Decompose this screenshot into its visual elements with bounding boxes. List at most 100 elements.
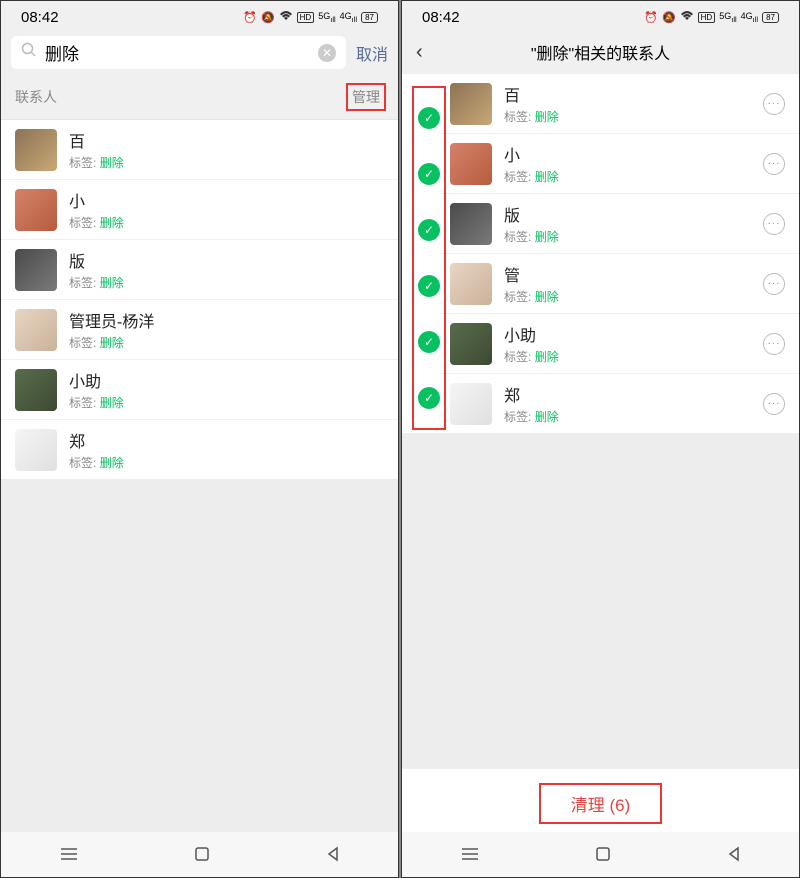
- contact-row[interactable]: 百 标签: 删除: [1, 120, 398, 180]
- contact-info: 版 标签: 删除: [69, 248, 384, 291]
- avatar: [450, 323, 492, 365]
- contact-row[interactable]: 管 标签: 删除 ···: [440, 254, 799, 314]
- avatar: [15, 429, 57, 471]
- contact-info: 小助 标签: 删除: [504, 322, 751, 365]
- contact-name: 版: [504, 202, 751, 226]
- contact-tag: 标签: 删除: [504, 168, 751, 185]
- contact-info: 版 标签: 删除: [504, 202, 751, 245]
- contact-tag: 标签: 删除: [504, 348, 751, 365]
- contact-info: 百 标签: 删除: [504, 82, 751, 125]
- contact-name: 郑: [69, 428, 384, 452]
- empty-area: [1, 479, 398, 832]
- menu-icon[interactable]: [460, 846, 480, 867]
- checkbox-selected[interactable]: ✓: [418, 219, 440, 241]
- contact-name: 小助: [69, 368, 384, 392]
- clear-icon[interactable]: ✕: [318, 44, 336, 62]
- search-box[interactable]: ✕: [11, 36, 346, 69]
- contact-row[interactable]: 小 标签: 删除: [1, 180, 398, 240]
- nav-bar: [402, 832, 799, 877]
- status-time: 08:42: [422, 9, 460, 26]
- more-button[interactable]: ···: [763, 393, 785, 415]
- phone-screen-left: 08:42 ⏰ 🔕 HD 5Gıll 4Gıll 87 ✕ 取消 联系人 管理: [0, 0, 399, 878]
- contact-name: 郑: [504, 382, 751, 406]
- contact-tag: 标签: 删除: [504, 288, 751, 305]
- nav-bar: [1, 832, 398, 877]
- alarm-icon: ⏰: [243, 11, 257, 24]
- signal-5g-icon: 5Gıll: [719, 11, 736, 24]
- checkbox-selected[interactable]: ✓: [418, 163, 440, 185]
- contact-name: 管: [504, 262, 751, 286]
- status-time: 08:42: [21, 9, 59, 26]
- section-header: 联系人 管理: [1, 75, 398, 120]
- contact-row[interactable]: 百 标签: 删除 ···: [440, 74, 799, 134]
- contact-name: 百: [504, 82, 751, 106]
- contact-info: 小 标签: 删除: [504, 142, 751, 185]
- contact-row[interactable]: 郑 标签: 删除: [1, 420, 398, 479]
- dnd-icon: 🔕: [662, 11, 676, 24]
- more-button[interactable]: ···: [763, 153, 785, 175]
- phone-screen-right: 08:42 ⏰ 🔕 HD 5Gıll 4Gıll 87 ‹ "删除"相关的联系人…: [401, 0, 800, 878]
- cancel-button[interactable]: 取消: [356, 41, 388, 65]
- alarm-icon: ⏰: [644, 11, 658, 24]
- clean-button[interactable]: 清理 (6): [539, 783, 663, 824]
- contact-tag: 标签: 删除: [69, 334, 384, 351]
- contact-info: 小助 标签: 删除: [69, 368, 384, 411]
- avatar: [450, 143, 492, 185]
- more-button[interactable]: ···: [763, 93, 785, 115]
- back-icon[interactable]: [325, 846, 341, 867]
- contacts-list: 百 标签: 删除 ··· 小 标签: 删除 ··· 版 标签: 删除 ··· 管: [402, 74, 799, 433]
- contact-row[interactable]: 管理员-杨洋 标签: 删除: [1, 300, 398, 360]
- more-button[interactable]: ···: [763, 333, 785, 355]
- status-bar: 08:42 ⏰ 🔕 HD 5Gıll 4Gıll 87: [1, 1, 398, 30]
- checkbox-selected[interactable]: ✓: [418, 387, 440, 409]
- contact-row[interactable]: 郑 标签: 删除 ···: [440, 374, 799, 433]
- checkbox-selected[interactable]: ✓: [418, 275, 440, 297]
- more-button[interactable]: ···: [763, 273, 785, 295]
- signal-4g-icon: 4Gıll: [340, 11, 357, 24]
- avatar: [15, 309, 57, 351]
- contact-info: 郑 标签: 删除: [504, 382, 751, 425]
- contact-tag: 标签: 删除: [69, 214, 384, 231]
- status-icons: ⏰ 🔕 HD 5Gıll 4Gıll 87: [644, 10, 779, 25]
- menu-icon[interactable]: [59, 846, 79, 867]
- back-icon[interactable]: [726, 846, 742, 867]
- contact-row[interactable]: 小助 标签: 删除: [1, 360, 398, 420]
- avatar: [15, 189, 57, 231]
- empty-area: [402, 433, 799, 768]
- battery-icon: 87: [361, 12, 378, 23]
- wifi-icon: [680, 10, 694, 25]
- contact-name: 小助: [504, 322, 751, 346]
- contact-row[interactable]: 版 标签: 删除: [1, 240, 398, 300]
- home-icon[interactable]: [595, 846, 611, 867]
- search-input[interactable]: [45, 43, 310, 63]
- contact-row[interactable]: 小助 标签: 删除 ···: [440, 314, 799, 374]
- checkbox-selected[interactable]: ✓: [418, 331, 440, 353]
- more-button[interactable]: ···: [763, 213, 785, 235]
- wifi-icon: [279, 10, 293, 25]
- avatar: [15, 369, 57, 411]
- checkbox-selected[interactable]: ✓: [418, 107, 440, 129]
- contact-info: 百 标签: 删除: [69, 128, 384, 171]
- bottom-action-bar: 清理 (6): [402, 768, 799, 832]
- select-column: ✓ ✓ ✓ ✓ ✓ ✓: [412, 86, 446, 430]
- contact-info: 管理员-杨洋 标签: 删除: [69, 308, 384, 351]
- contact-name: 管理员-杨洋: [69, 308, 384, 332]
- contacts-list: 百 标签: 删除 小 标签: 删除 版 标签: 删除 管理员-杨洋 标签: 删除: [1, 120, 398, 479]
- home-icon[interactable]: [194, 846, 210, 867]
- contact-tag: 标签: 删除: [69, 154, 384, 171]
- signal-4g-icon: 4Gıll: [741, 11, 758, 24]
- contact-tag: 标签: 删除: [69, 454, 384, 471]
- back-arrow-icon[interactable]: ‹: [416, 41, 423, 64]
- contact-tag: 标签: 删除: [504, 228, 751, 245]
- contact-row[interactable]: 版 标签: 删除 ···: [440, 194, 799, 254]
- hd-icon: HD: [698, 12, 716, 23]
- contact-name: 版: [69, 248, 384, 272]
- contact-info: 管 标签: 删除: [504, 262, 751, 305]
- contact-row[interactable]: 小 标签: 删除 ···: [440, 134, 799, 194]
- manage-button[interactable]: 管理: [346, 83, 386, 111]
- battery-icon: 87: [762, 12, 779, 23]
- contact-info: 郑 标签: 删除: [69, 428, 384, 471]
- contact-name: 小: [504, 142, 751, 166]
- avatar: [450, 383, 492, 425]
- status-bar: 08:42 ⏰ 🔕 HD 5Gıll 4Gıll 87: [402, 1, 799, 30]
